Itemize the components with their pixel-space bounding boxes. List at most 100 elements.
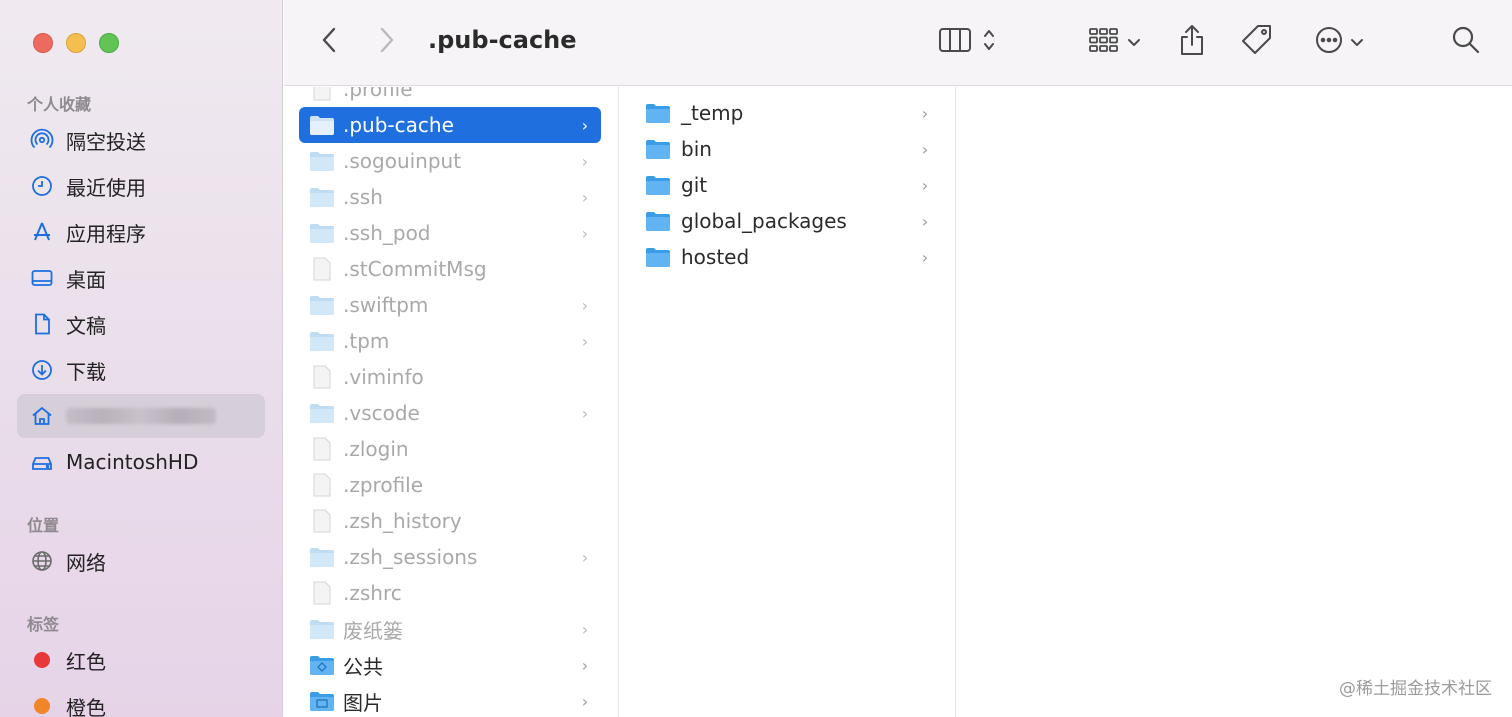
column-view-icon xyxy=(938,26,974,58)
list-item[interactable]: .viminfo xyxy=(299,359,601,395)
section-locations: 位置 xyxy=(27,516,60,535)
folder-icon xyxy=(645,102,671,124)
sidebar-item-label: 隔空投送 xyxy=(66,129,146,154)
list-item[interactable]: git › xyxy=(645,167,935,203)
desktop-icon xyxy=(30,266,54,290)
browser-column-1[interactable]: .profile .pub-cache › .sogouinput › .ssh… xyxy=(284,87,619,717)
tag-dot-icon xyxy=(30,694,54,717)
list-item-name: .zshrc xyxy=(343,581,402,605)
clock-icon xyxy=(30,174,54,198)
list-item[interactable]: _temp › xyxy=(645,95,935,131)
tag-icon xyxy=(1240,23,1274,61)
file-icon xyxy=(309,365,335,389)
zoom-window-button[interactable] xyxy=(99,33,119,53)
sidebar-item-airdrop[interactable]: 隔空投送 xyxy=(17,118,265,162)
chevron-right-icon: › xyxy=(581,547,589,567)
list-item-name: .sogouinput xyxy=(343,149,462,173)
search-button[interactable] xyxy=(1448,24,1484,60)
sidebar-item-recents[interactable]: 最近使用 xyxy=(17,164,265,208)
folder-icon xyxy=(309,402,335,424)
sidebar-item-label: MacintoshHD xyxy=(66,450,199,474)
list-item-name: global_packages xyxy=(681,209,847,233)
chevron-right-icon: › xyxy=(921,139,929,159)
chevron-right-icon: › xyxy=(581,619,589,639)
list-item[interactable]: 公共 › xyxy=(299,647,601,683)
tag-button[interactable] xyxy=(1240,22,1274,62)
list-item[interactable]: .vscode › xyxy=(299,395,601,431)
more-actions-button[interactable] xyxy=(1308,24,1370,60)
sidebar-item-tag-orange[interactable]: 橙色 xyxy=(17,684,265,717)
file-icon xyxy=(309,257,335,281)
list-item[interactable]: .profile xyxy=(299,87,601,107)
applications-icon xyxy=(30,220,54,244)
list-item[interactable]: .zsh_history xyxy=(299,503,601,539)
tag-dot-icon xyxy=(30,648,54,672)
list-item-name: .pub-cache xyxy=(343,113,454,137)
folder-icon xyxy=(645,246,671,268)
sidebar-item-documents[interactable]: 文稿 xyxy=(17,302,265,346)
folder-icon xyxy=(309,222,335,244)
list-item[interactable]: .ssh_pod › xyxy=(299,215,601,251)
list-item[interactable]: 图片 › xyxy=(299,683,601,717)
browser-column-2[interactable]: _temp › bin › git › global_packages › ho… xyxy=(620,87,956,717)
list-item[interactable]: .zshrc xyxy=(299,575,601,611)
back-icon xyxy=(321,26,337,58)
list-item-name: .viminfo xyxy=(343,365,424,389)
chevron-down-icon xyxy=(1127,33,1141,52)
file-icon xyxy=(309,473,335,497)
sidebar-item-network[interactable]: 网络 xyxy=(17,539,265,583)
document-icon xyxy=(30,312,54,336)
sidebar-item-label: 应用程序 xyxy=(66,221,146,246)
browser-column-3[interactable] xyxy=(957,87,1512,717)
share-button[interactable] xyxy=(1176,22,1208,62)
sidebar-item-macintosh-hd[interactable]: MacintoshHD xyxy=(17,440,265,484)
list-item[interactable]: .pub-cache › xyxy=(299,107,601,143)
view-mode-button[interactable] xyxy=(932,24,1002,60)
section-tags: 标签 xyxy=(27,615,60,634)
chevron-right-icon: › xyxy=(581,295,589,315)
folder-icon xyxy=(645,174,671,196)
download-icon xyxy=(30,358,54,382)
list-item[interactable]: .stCommitMsg xyxy=(299,251,601,287)
list-item[interactable]: 废纸篓 › xyxy=(299,611,601,647)
list-item[interactable]: .tpm › xyxy=(299,323,601,359)
forward-button[interactable] xyxy=(372,24,402,60)
back-button[interactable] xyxy=(314,24,344,60)
chevron-right-icon: › xyxy=(581,151,589,171)
group-button[interactable] xyxy=(1082,24,1146,60)
search-icon xyxy=(1451,25,1481,59)
sidebar-item-desktop[interactable]: 桌面 xyxy=(17,256,265,300)
list-item[interactable]: hosted › xyxy=(645,239,935,275)
list-item[interactable]: bin › xyxy=(645,131,935,167)
chevron-down-icon xyxy=(1350,33,1364,52)
list-item[interactable]: .swiftpm › xyxy=(299,287,601,323)
more-icon xyxy=(1314,25,1344,59)
sidebar-item-home[interactable] xyxy=(17,394,265,438)
section-favorites: 个人收藏 xyxy=(27,95,92,114)
sidebar-item-downloads[interactable]: 下载 xyxy=(17,348,265,392)
sidebar-item-label: 红色 xyxy=(66,649,106,674)
close-window-button[interactable] xyxy=(33,33,53,53)
list-item[interactable]: .zsh_sessions › xyxy=(299,539,601,575)
list-item-name: git xyxy=(681,173,708,197)
chevron-right-icon: › xyxy=(921,247,929,267)
window-title: .pub-cache xyxy=(428,26,577,54)
list-item[interactable]: .zprofile xyxy=(299,467,601,503)
list-item[interactable]: .zlogin xyxy=(299,431,601,467)
chevron-right-icon: › xyxy=(581,331,589,351)
drive-icon xyxy=(30,450,54,474)
minimize-window-button[interactable] xyxy=(66,33,86,53)
chevron-right-icon: › xyxy=(581,655,589,675)
list-item[interactable]: global_packages › xyxy=(645,203,935,239)
sidebar-item-tag-red[interactable]: 红色 xyxy=(17,638,265,682)
chevron-right-icon: › xyxy=(581,115,589,135)
list-item[interactable]: .sogouinput › xyxy=(299,143,601,179)
list-item-name: .swiftpm xyxy=(343,293,429,317)
sidebar-item-label: 文稿 xyxy=(66,313,106,338)
list-item[interactable]: .ssh › xyxy=(299,179,601,215)
folder-icon xyxy=(309,294,335,316)
sidebar-item-label: 橙色 xyxy=(66,695,106,717)
chevron-right-icon: › xyxy=(581,403,589,423)
chevron-right-icon: › xyxy=(581,223,589,243)
sidebar-item-applications[interactable]: 应用程序 xyxy=(17,210,265,254)
